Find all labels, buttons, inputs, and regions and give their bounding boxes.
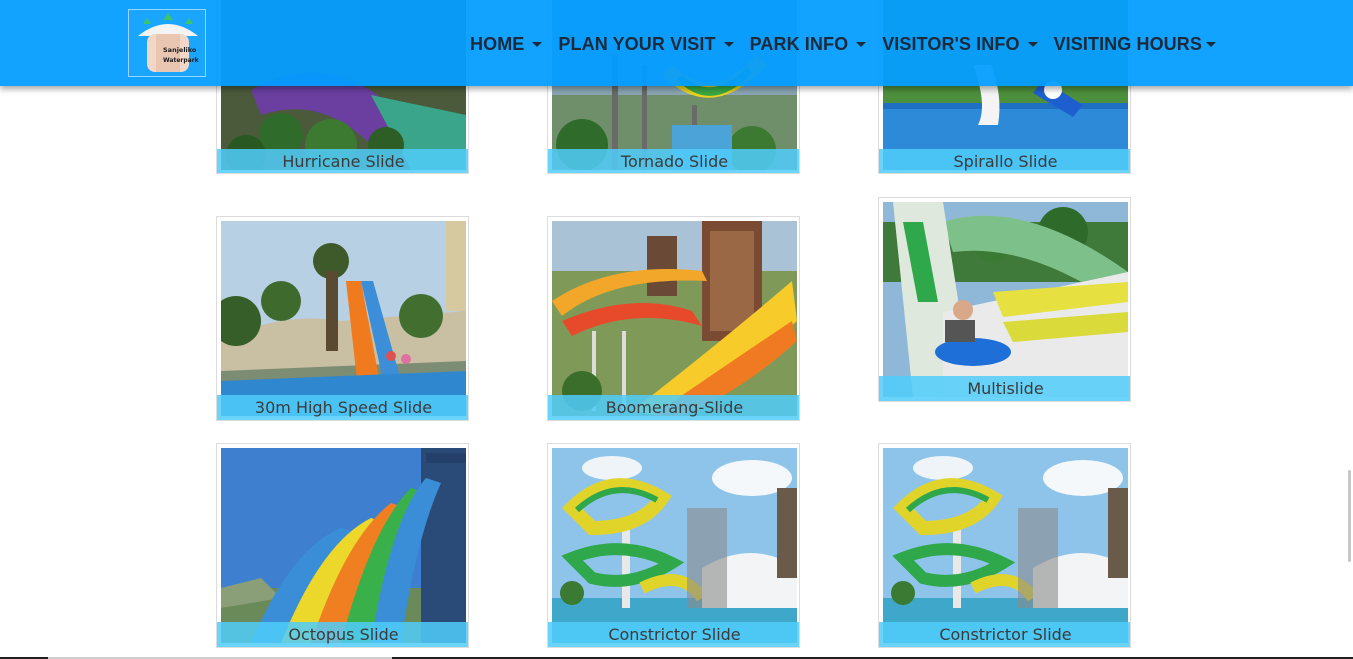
- nav-home-label: HOME: [470, 33, 525, 54]
- boomerang-slide-photo: [552, 221, 797, 416]
- nav-park-info-label: PARK INFO: [749, 33, 849, 54]
- chevron-down-icon: [1205, 42, 1216, 47]
- page-scrollbar[interactable]: [1348, 470, 1351, 562]
- octopus-slide-photo: [221, 448, 466, 643]
- chevron-down-icon: [856, 42, 867, 47]
- nav-visiting-hours[interactable]: VISITING HOURS: [1054, 34, 1216, 55]
- nav-home[interactable]: HOME: [470, 33, 543, 55]
- nav-plan-your-visit[interactable]: PLAN YOUR VISIT: [558, 33, 734, 55]
- gallery-card-constrictor-slide-2[interactable]: Constrictor Slide: [878, 443, 1131, 648]
- logo-text-line1: Sanjeliko: [163, 46, 197, 54]
- card-caption: Tornado Slide: [548, 149, 799, 173]
- gallery-card-octopus-slide[interactable]: Octopus Slide: [216, 443, 469, 648]
- card-caption: Spirallo Slide: [879, 149, 1130, 173]
- main-menu: HOME PLAN YOUR VISIT PARK INFO VISITOR'S…: [470, 33, 1216, 55]
- multislide-photo: [883, 202, 1128, 397]
- constrictor-slide-photo: [552, 448, 797, 643]
- chevron-down-icon: [1027, 42, 1038, 47]
- top-navbar: Sanjeliko Waterpark HOME PLAN YOUR VISIT…: [0, 0, 1353, 86]
- gallery-card-boomerang-slide[interactable]: Boomerang-Slide: [547, 216, 800, 421]
- gallery-card-30m-high-speed-slide[interactable]: 30m High Speed Slide: [216, 216, 469, 421]
- nav-park-info[interactable]: PARK INFO: [750, 34, 867, 55]
- nav-visitors-info-label: VISITOR'S INFO: [882, 33, 1020, 54]
- gallery-card-constrictor-slide[interactable]: Constrictor Slide: [547, 443, 800, 648]
- card-caption: Constrictor Slide: [879, 622, 1130, 647]
- chevron-down-icon: [723, 42, 734, 47]
- card-caption: Boomerang-Slide: [548, 395, 799, 420]
- chevron-down-icon: [532, 42, 543, 47]
- nav-visiting-hours-label: VISITING HOURS: [1053, 33, 1202, 54]
- nav-visitors-info[interactable]: VISITOR'S INFO: [882, 33, 1038, 55]
- card-caption: Octopus Slide: [217, 622, 468, 647]
- park-logo[interactable]: Sanjeliko Waterpark: [128, 9, 206, 77]
- constrictor-slide-photo: [883, 448, 1128, 643]
- logo-text-line2: Waterpark: [163, 57, 200, 64]
- card-caption: Hurricane Slide: [217, 149, 468, 173]
- high-speed-slide-photo: [221, 221, 466, 416]
- nav-plan-your-visit-label: PLAN YOUR VISIT: [558, 33, 716, 54]
- card-caption: Multislide: [879, 376, 1130, 401]
- gallery-card-multislide[interactable]: Multislide: [878, 197, 1131, 402]
- card-caption: Constrictor Slide: [548, 622, 799, 647]
- card-caption: 30m High Speed Slide: [217, 395, 468, 420]
